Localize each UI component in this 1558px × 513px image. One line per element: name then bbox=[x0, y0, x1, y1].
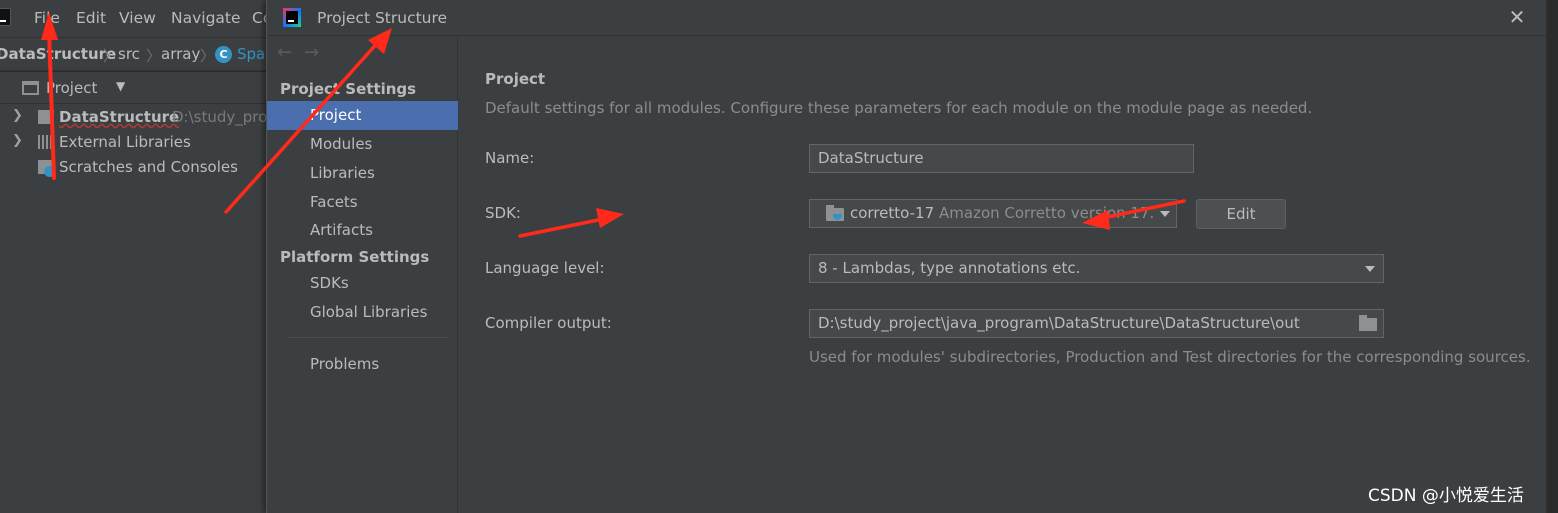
chevron-right-icon[interactable]: ❯ bbox=[12, 108, 23, 123]
tree-item-scratches[interactable]: Scratches and Consoles bbox=[0, 156, 266, 181]
editor-edge bbox=[1546, 0, 1558, 513]
chevron-right-icon[interactable]: ❯ bbox=[12, 133, 23, 148]
sidebar-item-modules[interactable]: Modules bbox=[267, 130, 458, 159]
project-panel-header[interactable]: Project ▼ bbox=[0, 72, 266, 104]
project-view-icon bbox=[22, 81, 39, 95]
intellij-logo-icon bbox=[0, 8, 11, 26]
tree-item-external-libraries[interactable]: ❯ External Libraries bbox=[0, 131, 266, 156]
menu-navigate[interactable]: Navigate bbox=[171, 9, 241, 27]
compiler-output-input[interactable]: D:\study_project\java_program\DataStruct… bbox=[809, 309, 1384, 338]
sidebar-item-facets[interactable]: Facets bbox=[267, 188, 458, 217]
project-structure-dialog: Project Structure ✕ ← → Project Settings … bbox=[266, 0, 1547, 513]
sdk-label: SDK: bbox=[485, 204, 521, 222]
language-level-value: 8 - Lambdas, type annotations etc. bbox=[818, 259, 1081, 277]
sidebar-item-libraries[interactable]: Libraries bbox=[267, 159, 458, 188]
scratches-icon bbox=[38, 160, 55, 177]
sidebar-item-sdks[interactable]: SDKs bbox=[267, 269, 458, 298]
panel-description: Default settings for all modules. Config… bbox=[485, 99, 1313, 117]
history-navigation: ← → bbox=[277, 42, 331, 63]
library-icon bbox=[38, 135, 54, 149]
module-folder-icon bbox=[38, 110, 54, 124]
dialog-titlebar[interactable]: Project Structure ✕ bbox=[267, 0, 1547, 36]
project-name-input[interactable]: DataStructure bbox=[809, 144, 1194, 173]
breadcrumb-separator: 〉 bbox=[146, 47, 162, 65]
dialog-title: Project Structure bbox=[317, 9, 448, 27]
close-icon[interactable]: ✕ bbox=[1505, 5, 1529, 29]
language-level-label: Language level: bbox=[485, 259, 605, 277]
browse-folder-icon[interactable] bbox=[1359, 315, 1377, 331]
platform-settings-header: Platform Settings bbox=[280, 248, 430, 266]
language-level-combobox[interactable]: 8 - Lambdas, type annotations etc. bbox=[809, 254, 1384, 283]
edit-sdk-button[interactable]: Edit bbox=[1196, 199, 1286, 229]
panel-heading: Project bbox=[485, 70, 546, 88]
tree-item-datastructure[interactable]: ❯ DataStructure D:\study_pro bbox=[0, 106, 268, 131]
compiler-output-hint: Used for modules' subdirectories, Produc… bbox=[809, 348, 1531, 366]
forward-arrow-icon[interactable]: → bbox=[304, 42, 319, 63]
sidebar-item-global-libraries[interactable]: Global Libraries bbox=[267, 298, 458, 327]
project-tool-window: Project ▼ ❯ DataStructure D:\study_pro ❯… bbox=[0, 72, 268, 513]
chevron-down-icon[interactable]: ▼ bbox=[116, 79, 125, 93]
chevron-down-icon[interactable] bbox=[1365, 266, 1375, 272]
settings-sidebar: ← → Project Settings Project Modules Libr… bbox=[267, 37, 458, 513]
menu-edit[interactable]: Edit bbox=[76, 9, 106, 27]
sdk-combobox[interactable]: corretto-17 Amazon Corretto version 17. bbox=[809, 199, 1177, 228]
breadcrumb-project[interactable]: DataStructure bbox=[0, 45, 116, 63]
menu-file[interactable]: File bbox=[34, 9, 60, 27]
java-class-icon: C bbox=[215, 46, 232, 63]
sidebar-item-problems[interactable]: Problems bbox=[267, 350, 458, 379]
chevron-down-icon[interactable] bbox=[1160, 211, 1170, 217]
breadcrumb-separator: 〉 bbox=[103, 47, 119, 65]
compiler-output-label: Compiler output: bbox=[485, 314, 612, 332]
tree-item-label: Scratches and Consoles bbox=[59, 158, 238, 176]
breadcrumb-array[interactable]: array bbox=[161, 45, 200, 63]
project-settings-header: Project Settings bbox=[280, 80, 417, 98]
sdk-name: corretto-17 bbox=[850, 204, 935, 222]
sdk-description: Amazon Corretto version 17. bbox=[939, 204, 1155, 222]
sidebar-item-project[interactable]: Project bbox=[267, 101, 458, 130]
compiler-output-value: D:\study_project\java_program\DataStruct… bbox=[818, 314, 1300, 332]
tree-item-label: DataStructure bbox=[59, 108, 180, 126]
back-arrow-icon[interactable]: ← bbox=[277, 42, 292, 63]
csdn-watermark: CSDN @小悦爱生活 bbox=[1368, 486, 1524, 506]
breadcrumb-separator: 〉 bbox=[200, 47, 216, 65]
project-settings-panel: Project Default settings for all modules… bbox=[459, 37, 1547, 513]
name-label: Name: bbox=[485, 149, 535, 167]
intellij-logo-icon bbox=[283, 8, 301, 27]
tree-item-label: External Libraries bbox=[59, 133, 191, 151]
breadcrumb-src[interactable]: src bbox=[118, 45, 140, 63]
breadcrumb-class[interactable]: Spa bbox=[237, 45, 265, 63]
sidebar-divider bbox=[287, 337, 447, 338]
jdk-folder-icon bbox=[826, 205, 844, 221]
tree-item-path: D:\study_pro bbox=[172, 108, 268, 126]
project-panel-title: Project bbox=[46, 79, 98, 97]
sidebar-item-artifacts[interactable]: Artifacts bbox=[267, 216, 458, 245]
menu-view[interactable]: View bbox=[119, 9, 156, 27]
